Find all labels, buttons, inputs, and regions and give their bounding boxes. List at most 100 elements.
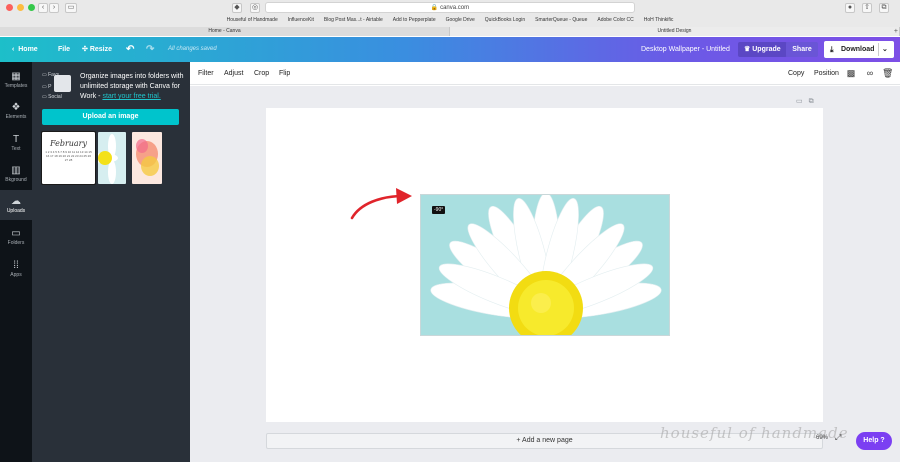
forward-icon[interactable]: › <box>49 3 59 13</box>
url-text: canva.com <box>440 5 470 11</box>
upload-thumbnail[interactable] <box>132 132 162 184</box>
back-icon[interactable]: ‹ <box>38 3 48 13</box>
background-icon: ▥ <box>11 165 21 176</box>
window-controls <box>6 4 35 11</box>
tabs-overview-icon[interactable]: ⧉ <box>879 3 889 13</box>
rail-label: Elements <box>5 114 27 120</box>
templates-icon: ▦ <box>11 71 21 82</box>
download-icon: ⤓ <box>830 45 834 54</box>
copy-button[interactable]: Copy <box>788 62 804 85</box>
folder-label: Social <box>48 94 62 100</box>
rail-item-folders[interactable]: ▭ Folders <box>0 222 32 252</box>
page-actions: ▭⧉ <box>796 97 820 106</box>
daisy-image[interactable]: -90° <box>420 194 670 336</box>
rail-label: Text <box>11 146 21 152</box>
annotation-arrow <box>350 188 412 220</box>
rail-label: Bkground <box>5 177 27 183</box>
thumbnail-calendar: 1 2 3 4 5 6 7 8 9 10 11 12 13 14 15 16 1… <box>45 150 92 162</box>
bookmark[interactable]: InfluenceKit <box>288 17 314 26</box>
new-tab-icon[interactable]: + <box>894 28 898 35</box>
filter-button[interactable]: Filter <box>198 62 214 85</box>
crop-button[interactable]: Crop <box>254 62 269 85</box>
rail-item-text[interactable]: T Text <box>0 128 32 158</box>
bookmark[interactable]: SmarterQueue - Queue <box>535 17 587 26</box>
design-page[interactable]: -90° <box>266 108 823 422</box>
undo-icon[interactable]: ↶ <box>126 37 134 62</box>
file-menu[interactable]: File <box>58 37 70 62</box>
resize-label: Resize <box>89 46 112 53</box>
bookmark[interactable]: Add to Pepperplate <box>393 17 436 26</box>
extension-icon[interactable]: ◆ <box>232 3 242 13</box>
flip-button[interactable]: Flip <box>279 62 290 85</box>
download-label: Download <box>841 46 875 53</box>
free-trial-link[interactable]: start your free trial. <box>102 93 160 100</box>
rail-item-apps[interactable]: ⁞⁞ Apps <box>0 254 32 284</box>
rail-item-background[interactable]: ▥ Bkground <box>0 159 32 189</box>
duplicate-page-icon[interactable]: ⧉ <box>809 98 820 105</box>
resize-button[interactable]: ✣ Resize <box>82 37 112 62</box>
text-icon: T <box>12 134 20 145</box>
adjust-button[interactable]: Adjust <box>224 62 243 85</box>
share-button[interactable]: Share <box>786 42 818 57</box>
apps-icon: ⁞⁞ <box>13 260 19 271</box>
uploads-panel: ▭ Favs ▭ P ▭ Social Organize images into… <box>32 62 190 462</box>
rail-label: Apps <box>10 272 22 278</box>
fullscreen-icon[interactable]: ⤢ <box>835 433 841 443</box>
thumbnail-title: February <box>49 139 88 148</box>
editor-workspace: ▭⧉ -90° + Add a new page houseful of han… <box>190 86 900 462</box>
tab-home-canva[interactable]: Home - Canva <box>0 27 450 36</box>
bookmark[interactable]: Adobe Color CC <box>597 17 633 26</box>
chevron-down-icon[interactable]: ⌄ <box>882 41 888 58</box>
bookmark[interactable]: QuickBooks Login <box>485 17 525 26</box>
home-button[interactable]: ‹ Home <box>12 37 38 62</box>
zoom-level[interactable]: 69% <box>816 435 828 441</box>
minimize-window-icon[interactable] <box>17 4 24 11</box>
watercolor-thumbnail-image <box>136 139 159 176</box>
folder-icon: ▭ <box>11 228 21 239</box>
share-page-icon[interactable]: ⇧ <box>862 3 872 13</box>
browser-chrome: ‹ › ▭ ◆ ◎ 🔒 canva.com ● ⇧ ⧉ Houseful of … <box>0 0 900 28</box>
document-title[interactable]: Desktop Wallpaper - Untitled <box>641 37 730 62</box>
transparency-icon[interactable]: ▩ <box>846 68 856 78</box>
whatsapp-icon[interactable]: ◎ <box>250 3 260 13</box>
close-window-icon[interactable] <box>6 4 13 11</box>
upload-icon: ☁ <box>11 196 21 207</box>
redo-icon[interactable]: ↷ <box>146 37 154 62</box>
tab-untitled-design[interactable]: Untitled Design <box>450 27 900 36</box>
upgrade-label: Upgrade <box>752 46 781 53</box>
rail-label: Uploads <box>6 208 26 214</box>
bookmark[interactable]: HoH Thinkific <box>644 17 674 26</box>
position-button[interactable]: Position <box>814 62 839 85</box>
folder-illustration <box>54 75 71 92</box>
bookmarks-bar: Houseful of Handmade InfluenceKit Blog P… <box>0 17 900 26</box>
bookmark[interactable]: Blog Post Mas...t - Airtable <box>324 17 383 26</box>
zoom-window-icon[interactable] <box>28 4 35 11</box>
rail-item-elements[interactable]: ❖ Elements <box>0 96 32 126</box>
link-icon[interactable]: ∞ <box>865 68 875 78</box>
folder-label: P <box>48 84 52 90</box>
upload-image-button[interactable]: Upload an image <box>42 109 179 125</box>
upload-thumbnail[interactable]: February 1 2 3 4 5 6 7 8 9 10 11 12 13 1… <box>41 131 96 185</box>
upgrade-button[interactable]: ♛ Upgrade <box>738 42 787 57</box>
daisy-thumbnail-image <box>98 134 118 184</box>
image-toolbar: Filter Adjust Crop Flip Copy Position ▩ … <box>190 62 900 85</box>
bookmark[interactable]: Google Drive <box>446 17 475 26</box>
url-bar[interactable]: 🔒 canva.com <box>265 2 635 13</box>
sidebar-toggle-icon[interactable]: ▭ <box>65 3 77 13</box>
left-rail: ▦ Templates ❖ Elements T Text ▥ Bkground ☁ Up… <box>0 62 32 462</box>
rail-item-templates[interactable]: ▦ Templates <box>0 65 32 95</box>
rail-item-uploads[interactable]: ☁ Uploads <box>0 190 32 220</box>
rotation-badge: -90° <box>432 206 446 214</box>
elements-icon: ❖ <box>11 102 21 113</box>
upload-thumbnail[interactable] <box>98 132 126 184</box>
download-divider <box>878 43 879 56</box>
reader-icon[interactable]: ● <box>845 3 855 13</box>
folder-item[interactable]: ▭ Social <box>42 91 62 103</box>
download-button[interactable]: ⤓ Download ⌄ <box>824 41 894 58</box>
trash-icon[interactable]: 🗑 <box>882 68 893 78</box>
save-status: All changes saved <box>168 46 217 52</box>
notes-icon[interactable]: ▭ <box>796 98 809 105</box>
bookmark[interactable]: Houseful of Handmade <box>227 17 278 26</box>
help-button[interactable]: Help ? <box>856 432 892 450</box>
rail-label: Folders <box>7 240 25 246</box>
